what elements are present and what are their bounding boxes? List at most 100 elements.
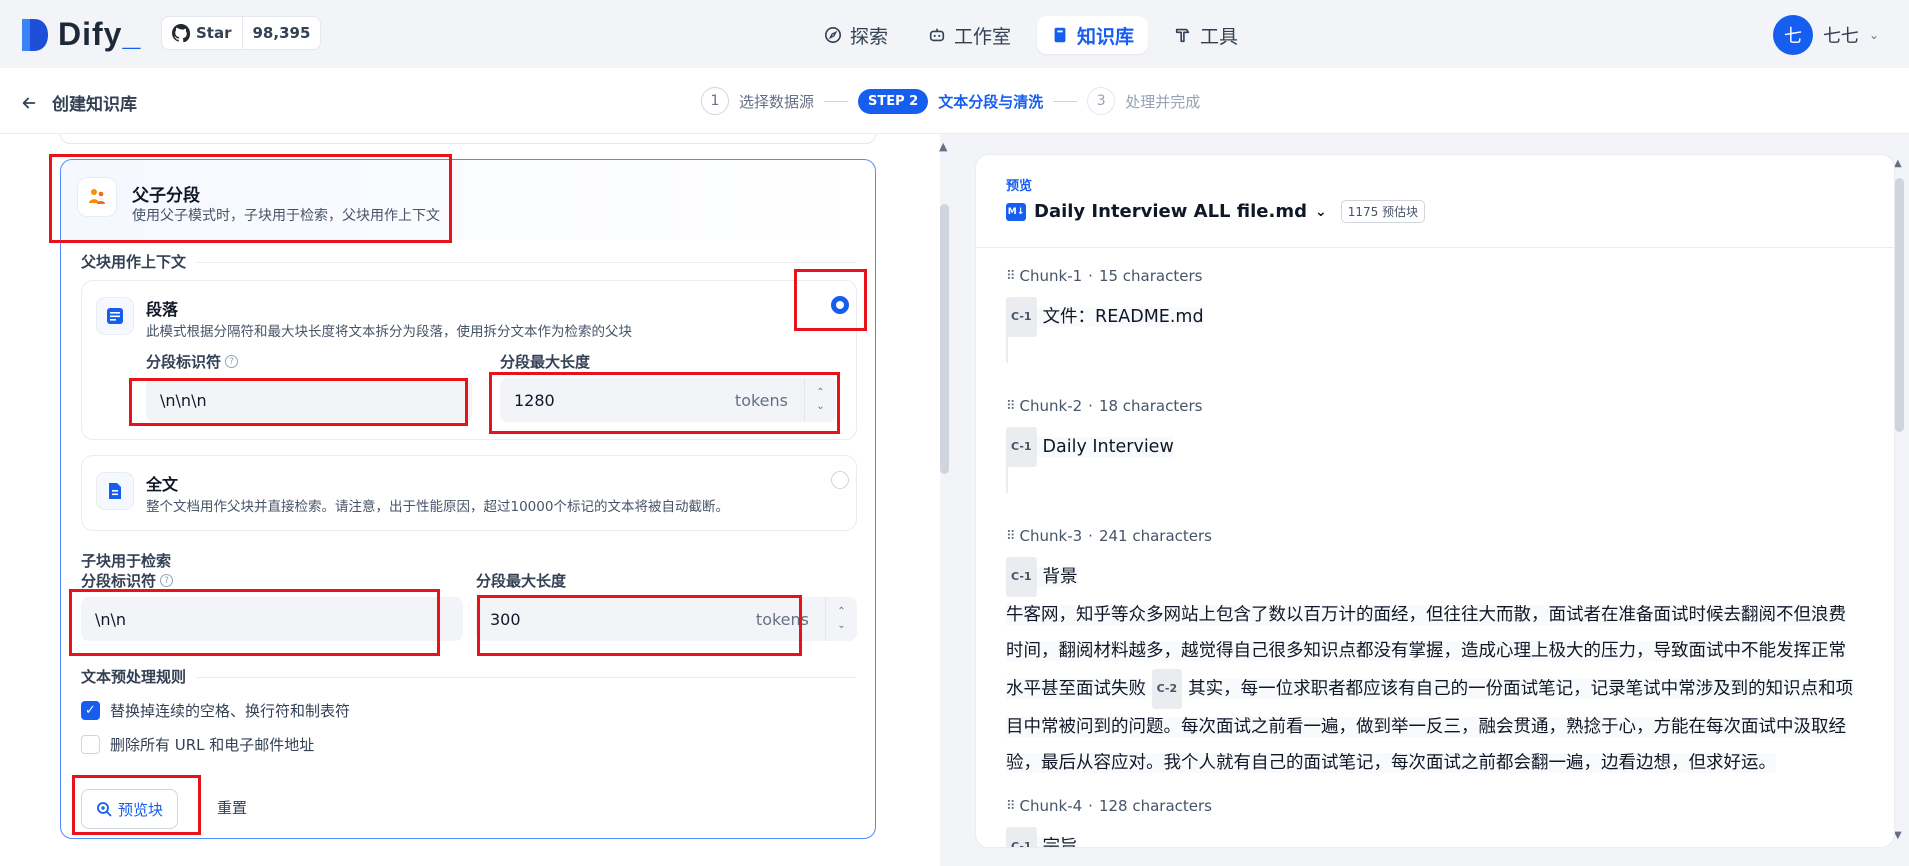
scroll-thumb[interactable] [940,204,949,474]
chunk-preview-panel: 预览 M↓ Daily Interview ALL file.md ⌄ 1175… [975,154,1895,848]
step-2-pill: STEP 2 [858,88,929,114]
paragraph-maxlen-label: 分段最大长度 [500,353,591,371]
child-delimiter-input[interactable]: \n\n [81,597,463,641]
back-button[interactable]: 创建知识库 [20,90,137,115]
preview-chunks-button[interactable]: 预览块 [81,789,179,829]
chevron-down-icon: ⌄ [1868,28,1879,42]
fulltext-option[interactable]: 全文 整个文档用作父块并直接检索。请注意，出于性能原因，超过10000个标记的文… [81,455,857,531]
markdown-icon: M↓ [1006,202,1026,221]
nav-explore[interactable]: 探索 [810,16,902,54]
child-chunk-tag: C-1 [1006,557,1037,597]
rule-replace-whitespace[interactable]: ✓ 替换掉连续的空格、换行符和制表符 [81,700,350,721]
preview-scrollbar[interactable]: ▲ ▼ [1893,154,1907,848]
paragraph-radio[interactable] [831,296,849,314]
left-scrollbar[interactable]: ▲ [937,134,951,866]
divider [196,262,856,263]
paragraph-icon [96,297,134,335]
chunk-content: C-1 文件：README.md [1006,297,1856,337]
reset-button[interactable]: 重置 [217,797,247,818]
estimate-badge: 1175 预估块 [1340,200,1426,223]
step-header: 创建知识库 1 选择数据源 STEP 2 文本分段与清洗 3 处理并完成 [0,68,1909,134]
chunk-chars: 18 characters [1098,397,1203,415]
chunk-bar [1006,465,1008,493]
dify-logo[interactable]: Dify_ [20,16,141,53]
nav-tools[interactable]: 工具 [1160,16,1252,54]
compass-icon [824,26,842,44]
number-stepper[interactable]: ⌃ ⌄ [825,597,857,641]
step-3-label: 处理并完成 [1125,92,1201,111]
checkbox-unchecked[interactable] [81,735,100,754]
separator: · [1088,527,1093,545]
stepper: 1 选择数据源 STEP 2 文本分段与清洗 3 处理并完成 [701,87,1200,115]
step-3-number: 3 [1087,87,1116,115]
page-title: 创建知识库 [52,95,137,115]
chunk-header: ⠿ Chunk-3 · 241 characters [1006,527,1212,545]
step-2-label: 文本分段与清洗 [938,92,1044,111]
number-stepper[interactable]: ⌃ ⌄ [804,378,836,422]
rule-label: 删除所有 URL 和电子邮件地址 [110,736,315,754]
scroll-down-icon[interactable]: ▼ [1894,830,1902,841]
child-section-label: 子块用于检索 [81,552,172,570]
fulltext-radio[interactable] [831,471,849,489]
paragraph-maxlen-input[interactable]: 1280 tokens ⌃ ⌄ [500,378,836,422]
github-icon [172,24,190,42]
fulltext-title: 全文 [146,475,179,494]
parent-child-card[interactable]: 父子分段 使用父子模式时，子块用于检索，父块用作上下文 父块用作上下文 段落 此… [60,159,876,839]
file-selector[interactable]: M↓ Daily Interview ALL file.md ⌄ 1175 预估… [1006,200,1426,223]
github-star-count: 98,395 [252,24,311,42]
rule-remove-urls[interactable]: 删除所有 URL 和电子邮件地址 [81,734,314,755]
chunk-name: Chunk-2 [1019,397,1083,415]
document-icon [96,472,134,510]
nav-studio[interactable]: 工作室 [914,16,1025,54]
chunk-name: Chunk-3 [1019,527,1083,545]
chunk-content: C-1 背景 牛客网，知乎等众多网站上包含了数以百万计的面经，但往往大而散，面试者… [1006,557,1856,781]
nav-knowledge[interactable]: 知识库 [1037,16,1149,54]
child-maxlen-input[interactable]: 300 tokens ⌃ ⌄ [476,597,857,641]
parent-child-icon [77,177,117,217]
chunk-content: C-1 宗旨 [1006,827,1856,847]
paragraph-option[interactable]: 段落 此模式根据分隔符和最大块长度将文本拆分为段落，使用拆分文本作为检索的父块 … [81,280,857,440]
paragraph-delimiter-input[interactable]: \n\n\n [146,378,472,422]
separator: · [1088,397,1093,415]
divider [196,677,856,678]
checkbox-checked[interactable]: ✓ [81,701,100,720]
scroll-up-icon[interactable]: ▲ [939,140,947,153]
search-icon [97,802,112,817]
github-star-button[interactable]: Star [162,17,243,49]
chevron-up-icon[interactable]: ⌃ [816,386,824,400]
help-icon[interactable]: ? [160,574,174,587]
brand-name: Dify_ [58,16,142,52]
main-nav: 探索 工作室 知识库 工具 [810,16,1252,54]
user-menu[interactable]: 七 七七 ⌄ [1772,15,1879,55]
scroll-up-icon[interactable]: ▲ [1894,158,1902,169]
chevron-down-icon[interactable]: ⌄ [816,400,824,414]
divider [976,247,1894,248]
file-name: Daily Interview ALL file.md [1034,201,1307,222]
chunk-chars: 241 characters [1098,527,1212,545]
preview-button-label: 预览块 [118,800,164,819]
user-name: 七七 [1822,26,1859,47]
child-chunk-tag: C-2 [1151,669,1183,709]
chunk-name: Chunk-1 [1019,267,1083,285]
paragraph-desc: 此模式根据分隔符和最大块长度将文本拆分为段落，使用拆分文本作为检索的父块 [146,324,632,340]
github-star-widget[interactable]: Star 98,395 [161,16,322,50]
segment-settings-panel: 父子分段 使用父子模式时，子块用于检索，父块用作上下文 父块用作上下文 段落 此… [0,134,940,866]
parent-child-header[interactable]: 父子分段 使用父子模式时，子块用于检索，父块用作上下文 [61,160,875,240]
parent-child-desc: 使用父子模式时，子块用于检索，父块用作上下文 [132,208,440,224]
tokens-unit: tokens [734,390,788,410]
top-navigation-bar: Dify_ Star 98,395 探索 工作室 知识库 工具 七 七七 ⌄ [0,0,1909,68]
chevron-up-icon[interactable]: ⌃ [837,605,845,619]
scroll-thumb[interactable] [1895,178,1904,432]
avatar[interactable]: 七 [1772,15,1813,55]
tokens-unit: tokens [755,609,809,629]
grid-dots-icon: ⠿ [1006,798,1015,814]
chevron-down-icon[interactable]: ⌄ [837,619,845,633]
preview-label: 预览 [1006,179,1033,194]
help-icon[interactable]: ? [225,355,239,368]
nav-tools-label: 工具 [1200,25,1239,48]
grid-dots-icon: ⠿ [1006,528,1015,544]
rules-label: 文本预处理规则 [81,668,187,686]
previous-option-card[interactable] [60,134,876,144]
step-divider [1053,100,1078,102]
chunk-text: Daily Interview [1042,437,1174,457]
